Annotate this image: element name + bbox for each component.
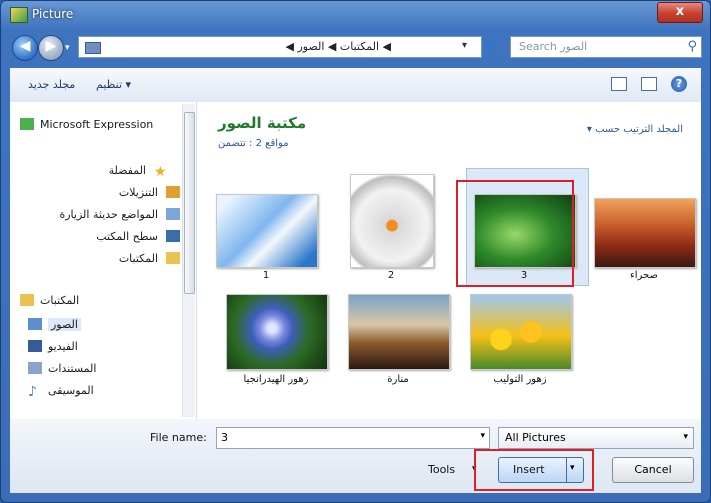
title-bar: Picture x bbox=[0, 0, 711, 30]
arrange-by-dropdown[interactable]: ▾ المجلد الترتيب حسب bbox=[587, 124, 683, 135]
sidebar-item-music[interactable]: الموسيقى bbox=[48, 384, 94, 397]
view-options-icon[interactable] bbox=[611, 77, 627, 91]
music-icon: ♪ bbox=[28, 384, 37, 400]
file-name-lighthouse[interactable]: منارة bbox=[338, 374, 458, 385]
sidebar-item-favorites[interactable]: المفضلة bbox=[109, 164, 146, 177]
sidebar-item-recent[interactable]: المواضع حديثة الزيارة bbox=[59, 208, 158, 221]
file-list: مكتبة الصور مواقع 2 : تتضمن ▾ المجلد الت… bbox=[198, 102, 701, 419]
breadcrumb[interactable]: ◀ المكتبات ◀ الصور ◀ bbox=[286, 40, 392, 53]
file-thumb-1[interactable] bbox=[216, 194, 318, 268]
file-name-2[interactable]: 2 bbox=[331, 270, 451, 281]
selected-item-callout bbox=[456, 180, 574, 287]
video-icon bbox=[28, 340, 42, 352]
history-dropdown[interactable]: ▾ bbox=[65, 43, 70, 53]
navigation-scrollbar[interactable] bbox=[182, 104, 195, 417]
file-name-value: 3 bbox=[221, 431, 228, 444]
sidebar-item-documents[interactable]: المستندات bbox=[48, 362, 96, 375]
back-button[interactable]: ◀ bbox=[12, 35, 38, 61]
picture-dialog: Picture x ◀ ▶ ▾ ◀ المكتبات ◀ الصور ◀ ▾ ⟳… bbox=[0, 0, 711, 503]
sidebar-item-libraries[interactable]: المكتبات bbox=[40, 294, 79, 307]
library-title: مكتبة الصور bbox=[218, 114, 307, 132]
search-placeholder: Search الصور bbox=[519, 40, 588, 53]
address-dropdown[interactable]: ▾ bbox=[462, 40, 467, 51]
pictures-icon bbox=[28, 318, 42, 330]
documents-icon bbox=[28, 362, 42, 374]
file-name-desert[interactable]: صحراء bbox=[584, 270, 704, 281]
scrollbar-thumb[interactable] bbox=[184, 112, 195, 294]
sidebar-item-videos[interactable]: الفيديو bbox=[48, 340, 78, 353]
preview-pane-icon[interactable] bbox=[641, 77, 657, 91]
command-toolbar: مجلد جديد تنظيم ▾ ? bbox=[10, 68, 701, 103]
file-name-1[interactable]: 1 bbox=[206, 270, 326, 281]
sidebar-item-pictures[interactable]: الصور bbox=[48, 318, 81, 331]
chevron-down-icon: ▾ bbox=[683, 432, 688, 442]
search-input[interactable]: Search الصور ⚲ bbox=[510, 36, 702, 58]
file-thumb-lighthouse[interactable] bbox=[348, 294, 450, 370]
picture-app-icon bbox=[10, 7, 28, 23]
file-thumb-tulips[interactable] bbox=[470, 294, 572, 370]
cancel-button[interactable]: Cancel bbox=[612, 457, 694, 483]
close-button[interactable]: x bbox=[657, 2, 703, 23]
address-bar[interactable]: ◀ المكتبات ◀ الصور ◀ ▾ bbox=[78, 36, 482, 58]
sidebar-item-libraries-fav[interactable]: المكتبات bbox=[119, 252, 158, 265]
file-name-hydrangea[interactable]: زهور الهيدرانجيا bbox=[216, 374, 336, 385]
file-thumb-desert[interactable] bbox=[594, 198, 696, 268]
file-thumb-hydrangea[interactable] bbox=[226, 294, 328, 370]
window-title: Picture bbox=[32, 7, 74, 21]
desktop-icon bbox=[166, 230, 180, 242]
navigation-pane: Microsoft Expression ★ المفضلة التنزيلات… bbox=[10, 102, 197, 419]
expression-icon bbox=[20, 118, 34, 130]
file-type-value: All Pictures bbox=[505, 431, 566, 444]
new-folder-button[interactable]: مجلد جديد bbox=[28, 78, 75, 91]
folder-icon bbox=[85, 42, 101, 54]
organize-button[interactable]: تنظيم ▾ bbox=[96, 78, 131, 91]
chevron-down-icon[interactable]: ▾ bbox=[480, 431, 485, 441]
dialog-footer: File name: 3 ▾ All Pictures ▾ Tools ▾ In… bbox=[10, 419, 701, 493]
help-icon[interactable]: ? bbox=[671, 76, 687, 92]
library-subtitle[interactable]: مواقع 2 : تتضمن bbox=[218, 138, 289, 149]
file-name-field[interactable]: 3 ▾ bbox=[216, 427, 490, 449]
libraries-icon bbox=[20, 294, 34, 306]
file-name-tulips[interactable]: زهور التوليب bbox=[460, 374, 580, 385]
forward-button[interactable]: ▶ bbox=[38, 35, 64, 61]
back-arrow-icon: ◀ bbox=[19, 38, 31, 54]
recent-places-icon bbox=[166, 208, 180, 220]
sidebar-item-desktop[interactable]: سطح المكتب bbox=[96, 230, 158, 243]
libraries-icon bbox=[166, 252, 180, 264]
file-type-select[interactable]: All Pictures ▾ bbox=[498, 427, 694, 449]
file-thumb-2[interactable] bbox=[350, 174, 434, 268]
navigation-bar: ◀ ▶ ▾ ◀ المكتبات ◀ الصور ◀ ▾ ⟳ Search ال… bbox=[10, 33, 702, 61]
view-controls: ? bbox=[611, 76, 687, 92]
star-icon: ★ bbox=[154, 164, 167, 180]
refresh-icon[interactable]: ⟳ bbox=[484, 39, 500, 55]
forward-arrow-icon: ▶ bbox=[45, 38, 57, 54]
search-icon: ⚲ bbox=[687, 39, 697, 54]
sidebar-item-expression[interactable]: Microsoft Expression bbox=[40, 118, 153, 131]
downloads-icon bbox=[166, 186, 180, 198]
file-name-label: File name: bbox=[150, 431, 207, 444]
sidebar-item-downloads[interactable]: التنزيلات bbox=[119, 186, 158, 199]
insert-button-callout bbox=[474, 449, 594, 491]
tools-button[interactable]: Tools bbox=[428, 463, 455, 476]
cancel-label: Cancel bbox=[634, 463, 672, 476]
content-panel: Microsoft Expression ★ المفضلة التنزيلات… bbox=[10, 102, 701, 419]
